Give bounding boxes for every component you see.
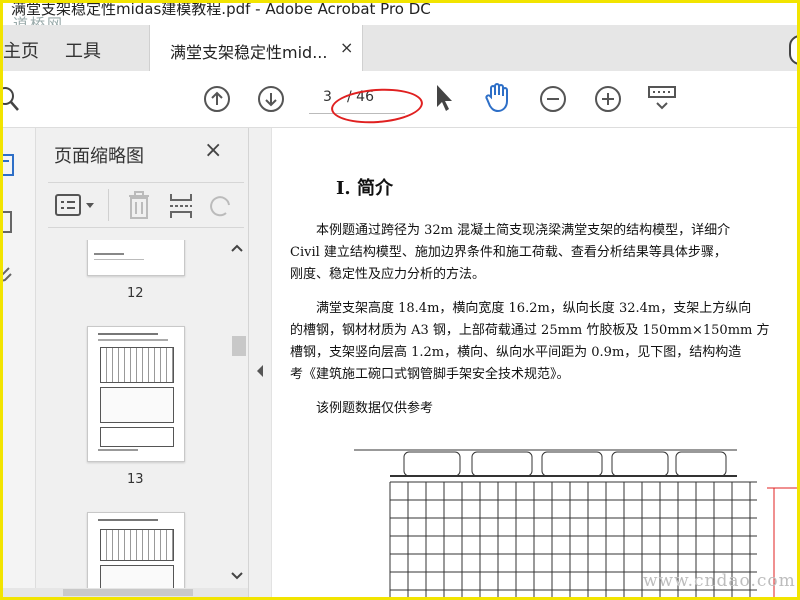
page-thumbnail[interactable]: [87, 326, 185, 462]
tab-bar: 主页 工具 满堂支架稳定性mid... ×: [3, 25, 797, 72]
horizontal-scrollbar-thumb[interactable]: [63, 589, 193, 596]
page-thumbnails-icon[interactable]: [0, 152, 19, 178]
delete-icon[interactable]: [126, 191, 152, 221]
divider: [108, 189, 109, 221]
document-tab-label: 满堂支架稳定性mid...: [170, 43, 328, 62]
title-bar: 满堂支架稳定性midas建模教程.pdf - Adobe Acrobat Pro…: [3, 0, 797, 33]
tab-home[interactable]: 主页: [3, 37, 39, 63]
left-tool-rail: [3, 128, 36, 597]
horizontal-scrollbar[interactable]: [3, 588, 248, 597]
app-window: 满堂支架稳定性midas建模教程.pdf - Adobe Acrobat Pro…: [0, 0, 800, 600]
prev-page-icon[interactable]: [203, 85, 231, 113]
rotate-icon[interactable]: [208, 191, 234, 221]
paragraph-line: Civil 建立结构模型、施加边界条件和施工荷载、查看分析结果等具体步骤，: [290, 245, 727, 260]
scrollbar-thumb[interactable]: [232, 336, 246, 356]
collapse-panel-handle[interactable]: [249, 128, 272, 597]
paragraph-line: 的槽钢，钢材材质为 A3 钢，上部荷载通过 25mm 竹胶板及 150mm×15…: [290, 323, 770, 338]
window-title: 满堂支架稳定性midas建模教程.pdf - Adobe Acrobat Pro…: [11, 0, 431, 18]
paragraph-line: 满堂支架高度 18.4m，横向宽度 16.2m，纵向长度 32.4m，支架上方纵…: [290, 301, 752, 316]
thumbnail-page-number: 12: [127, 286, 144, 301]
paragraph-line: 该例题数据仅供参考: [290, 401, 434, 416]
thumbnail-panel: 页面缩略图 × 12 13: [36, 128, 249, 597]
attachment-icon[interactable]: [0, 262, 17, 288]
bookmark-icon[interactable]: [0, 210, 17, 236]
thumbnail-scrollbar[interactable]: [226, 240, 248, 597]
section-heading: I. 简介: [336, 178, 393, 199]
paragraph-line: 刚度、稳定性及应力分析的方法。: [290, 267, 486, 282]
thumbnail-list: 12 13: [36, 240, 226, 597]
zoom-in-icon[interactable]: [594, 85, 622, 113]
tab-tools[interactable]: 工具: [65, 37, 101, 63]
account-icon[interactable]: [789, 35, 797, 65]
tab-document[interactable]: 满堂支架稳定性mid... ×: [149, 25, 363, 72]
paragraph-line: 本例题通过跨径为 32m 混凝土简支现浇梁满堂支架的结构模型，详细介: [290, 223, 731, 238]
paragraph-line: 考《建筑施工碗口式钢管脚手架安全技术规范》。: [290, 367, 570, 382]
document-view[interactable]: I. 简介 本例题通过跨径为 32m 混凝土简支现浇梁满堂支架的结构模型，详细介…: [272, 128, 797, 597]
select-arrow-icon[interactable]: [433, 83, 455, 113]
scroll-up-icon[interactable]: [230, 242, 244, 254]
close-tab-icon[interactable]: ×: [340, 38, 353, 57]
paragraph-line: 槽钢，支架竖向层高 1.2m，横向、纵向水平间距为 0.9m，见下图，结构构造: [290, 345, 742, 360]
thumbnail-page-number: 13: [127, 472, 144, 487]
panel-title: 页面缩略图: [54, 146, 144, 167]
hand-tool-icon[interactable]: [483, 81, 513, 113]
insert-page-icon[interactable]: [168, 191, 194, 221]
close-panel-icon[interactable]: ×: [204, 138, 222, 163]
current-page[interactable]: 3: [323, 89, 332, 105]
page-thumbnail[interactable]: [87, 240, 185, 276]
scroll-down-icon[interactable]: [230, 570, 244, 582]
search-icon[interactable]: [0, 85, 23, 113]
next-page-icon[interactable]: [257, 85, 285, 113]
zoom-out-icon[interactable]: [539, 85, 567, 113]
thumbnail-options-icon[interactable]: [54, 193, 98, 219]
collapse-arrow-icon[interactable]: [255, 364, 265, 378]
keyboard-icon[interactable]: [647, 85, 677, 113]
panel-toolbar: [48, 182, 244, 228]
page-thumbnail[interactable]: [87, 512, 185, 597]
watermark-bottom: www.cndao.com: [643, 571, 796, 591]
